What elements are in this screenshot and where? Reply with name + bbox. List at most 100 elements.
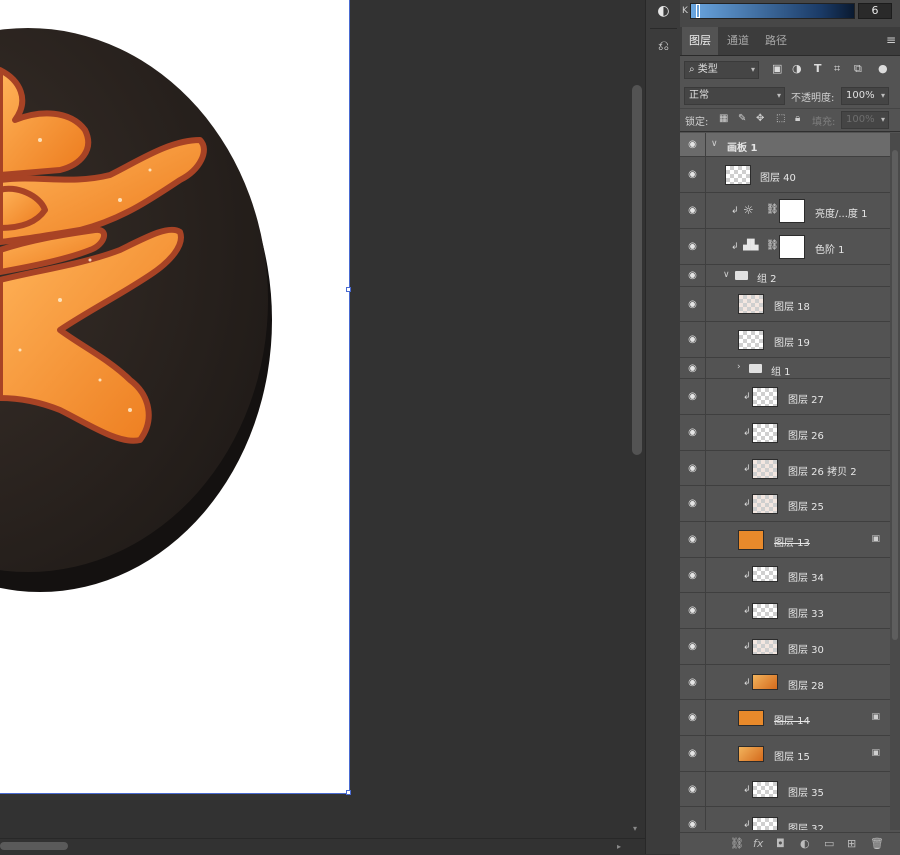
visibility-eye-icon[interactable]: ◉: [680, 265, 706, 286]
canvas-horizontal-scrollbar[interactable]: [0, 838, 645, 855]
channel-value-input[interactable]: 6: [858, 3, 892, 19]
visibility-eye-icon[interactable]: ◉: [680, 451, 706, 485]
add-mask-icon[interactable]: ◘: [776, 837, 785, 850]
layer-row-locked[interactable]: ◉ 图层 15 ▣: [680, 736, 890, 772]
tab-layers[interactable]: 图层: [682, 27, 718, 55]
history-panel-icon[interactable]: ⎌: [646, 31, 681, 61]
lock-all-icon[interactable]: 🔒︎: [795, 113, 800, 124]
color-slider-handle[interactable]: [696, 4, 700, 18]
layer-name: 图层 15: [774, 752, 810, 763]
layer-row-adjustment[interactable]: ◉ ↲ ▟▙ ⛓︎ 色阶 1: [680, 229, 890, 265]
layer-mask-thumbnail[interactable]: [779, 199, 805, 223]
visibility-eye-icon[interactable]: ◉: [680, 229, 706, 264]
lock-row: 锁定: ▦ ✎ ✥ ⬚ 🔒︎ 填充: 100% ▾: [680, 109, 900, 132]
link-layers-icon[interactable]: ⛓︎: [730, 837, 744, 850]
canvas-horizontal-scroll-thumb[interactable]: [0, 842, 68, 850]
layer-row[interactable]: ◉ ↲ 图层 27: [680, 379, 890, 415]
folder-icon: [749, 364, 762, 373]
filter-adjustment-icon[interactable]: ◑: [792, 62, 802, 75]
filter-type-icon[interactable]: T: [814, 62, 822, 75]
delete-layer-trash-icon[interactable]: 🗑︎: [870, 837, 884, 850]
lock-image-icon[interactable]: ✎: [738, 113, 746, 124]
layer-row[interactable]: ◉ ↲ 图层 30: [680, 629, 890, 665]
tab-channels[interactable]: 通道: [720, 27, 756, 55]
visibility-eye-icon[interactable]: ◉: [680, 700, 706, 735]
opacity-input[interactable]: 100% ▾: [841, 87, 889, 105]
visibility-eye-icon[interactable]: ◉: [680, 133, 706, 156]
tab-paths[interactable]: 路径: [758, 27, 794, 55]
layer-name: 图层 28: [788, 681, 824, 692]
layer-row-adjustment[interactable]: ◉ ↲ ☼ ⛓︎ 亮度/...度 1: [680, 193, 890, 229]
visibility-eye-icon[interactable]: ◉: [680, 629, 706, 664]
collapse-chevron-icon[interactable]: ∨: [711, 139, 718, 149]
visibility-eye-icon[interactable]: ◉: [680, 193, 706, 228]
new-group-folder-icon[interactable]: ▭: [824, 837, 834, 850]
layer-row[interactable]: ◉ ↲ 图层 28: [680, 665, 890, 700]
panel-tabs: 图层 通道 路径: [680, 27, 900, 56]
visibility-eye-icon[interactable]: ◉: [680, 486, 706, 521]
artboard[interactable]: [0, 0, 350, 794]
filter-smart-object-icon[interactable]: ⧉: [854, 62, 862, 76]
layer-row-group[interactable]: ◉ ∨ 组 2: [680, 265, 890, 287]
visibility-eye-icon[interactable]: ◉: [680, 807, 706, 830]
visibility-eye-icon[interactable]: ◉: [680, 379, 706, 414]
link-chain-icon[interactable]: ⛓︎: [766, 240, 779, 251]
new-adjustment-layer-icon[interactable]: ◐: [800, 837, 810, 850]
lock-position-icon[interactable]: ✥: [756, 113, 764, 124]
blend-mode-select[interactable]: 正常 ▾: [684, 87, 785, 105]
layer-name: 图层 40: [760, 173, 796, 184]
visibility-eye-icon[interactable]: ◉: [680, 157, 706, 192]
filter-kind-select[interactable]: ⌕ 类型 ▾: [684, 61, 759, 79]
layer-thumbnail: [738, 294, 764, 314]
scroll-down-arrow-icon[interactable]: ▾: [633, 824, 637, 833]
layer-thumbnail: [752, 817, 778, 830]
panel-menu-icon[interactable]: ≡: [886, 33, 896, 47]
link-chain-icon[interactable]: ⛓︎: [766, 204, 779, 215]
visibility-eye-icon[interactable]: ◉: [680, 287, 706, 321]
layer-row-group[interactable]: ◉ › 组 1: [680, 358, 890, 379]
adjustments-panel-icon[interactable]: ◐: [646, 0, 681, 26]
layer-row-locked[interactable]: ◉ 图层 14 ▣: [680, 700, 890, 736]
layer-mask-thumbnail[interactable]: [779, 235, 805, 259]
layer-row[interactable]: ◉ ↲ 图层 34: [680, 558, 890, 593]
layer-row[interactable]: ◉ ↲ 图层 26: [680, 415, 890, 451]
lock-artboard-icon[interactable]: ⬚: [776, 113, 785, 124]
clipping-arrow-icon: ↲: [743, 642, 751, 652]
visibility-eye-icon[interactable]: ◉: [680, 358, 706, 378]
collapse-chevron-icon[interactable]: ∨: [723, 270, 730, 280]
scroll-right-arrow-icon[interactable]: ▸: [617, 842, 621, 851]
layer-row[interactable]: ◉ 图层 40: [680, 157, 890, 193]
artboard-handle-corner[interactable]: [346, 790, 351, 795]
layer-name: 亮度/...度 1: [815, 209, 868, 220]
layer-row[interactable]: ◉ ↲ 图层 35: [680, 772, 890, 807]
layer-row[interactable]: ◉ 图层 19: [680, 322, 890, 358]
layer-row[interactable]: ◉ ↲ 图层 33: [680, 593, 890, 629]
layer-row-artboard[interactable]: ◉ ∨ 画板 1: [680, 133, 890, 157]
filter-pixel-icon[interactable]: ▣: [772, 62, 782, 75]
layer-row[interactable]: ◉ ↲ 图层 26 拷贝 2: [680, 451, 890, 486]
visibility-eye-icon[interactable]: ◉: [680, 772, 706, 806]
lock-transparent-icon[interactable]: ▦: [719, 113, 728, 124]
expand-chevron-icon[interactable]: ›: [737, 362, 741, 372]
filter-shape-icon[interactable]: ⌗: [834, 62, 840, 76]
brightness-icon: ☼: [743, 203, 754, 217]
visibility-eye-icon[interactable]: ◉: [680, 736, 706, 771]
layer-row[interactable]: ◉ 图层 18: [680, 287, 890, 322]
layer-row[interactable]: ◉ ↲ 图层 32: [680, 807, 890, 830]
visibility-eye-icon[interactable]: ◉: [680, 322, 706, 357]
visibility-eye-icon[interactable]: ◉: [680, 522, 706, 557]
filter-toggle-icon[interactable]: ●: [878, 62, 888, 75]
layer-list-scroll-thumb[interactable]: [892, 150, 898, 640]
visibility-eye-icon[interactable]: ◉: [680, 665, 706, 699]
artboard-handle-right[interactable]: [346, 287, 351, 292]
fill-input: 100% ▾: [841, 111, 889, 129]
visibility-eye-icon[interactable]: ◉: [680, 593, 706, 628]
color-slider[interactable]: [690, 3, 855, 19]
layer-style-fx-icon[interactable]: fx: [753, 837, 763, 850]
new-layer-icon[interactable]: ⊞: [847, 837, 856, 850]
visibility-eye-icon[interactable]: ◉: [680, 558, 706, 592]
layer-row[interactable]: ◉ ↲ 图层 25: [680, 486, 890, 522]
layer-row-locked[interactable]: ◉ 图层 13 ▣: [680, 522, 890, 558]
canvas-vertical-scroll-thumb[interactable]: [632, 85, 642, 455]
visibility-eye-icon[interactable]: ◉: [680, 415, 706, 450]
